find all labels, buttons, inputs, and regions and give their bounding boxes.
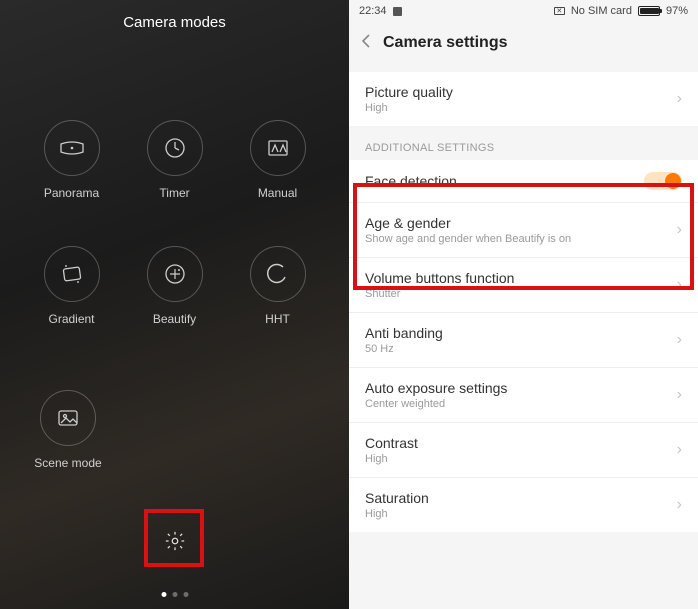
item-title: Anti banding [365, 325, 443, 341]
scene-icon [40, 390, 96, 446]
item-sub: Center weighted [365, 398, 507, 410]
item-title: Contrast [365, 435, 418, 451]
chevron-right-icon: › [677, 276, 682, 294]
beautify-icon [147, 246, 203, 302]
mode-panorama[interactable]: Panorama [20, 120, 123, 200]
section-additional-settings: ADDITIONAL SETTINGS [349, 126, 698, 160]
panorama-icon [44, 120, 100, 176]
mode-timer[interactable]: Timer [123, 120, 226, 200]
mode-gradient[interactable]: Gradient [20, 246, 123, 326]
item-age-gender[interactable]: Age & gender Show age and gender when Be… [349, 203, 698, 258]
item-title: Saturation [365, 490, 429, 506]
chevron-right-icon: › [677, 90, 682, 108]
mode-label: Timer [159, 186, 189, 200]
item-sub: High [365, 453, 418, 465]
item-sub: High [365, 102, 453, 114]
mode-label: Manual [258, 186, 297, 200]
battery-icon [638, 6, 660, 16]
mode-hht[interactable]: HHT [226, 246, 329, 326]
item-title: Volume buttons function [365, 270, 514, 286]
chevron-right-icon: › [677, 331, 682, 349]
mode-label: Beautify [153, 312, 196, 326]
gradient-icon [44, 246, 100, 302]
mode-label: HHT [265, 312, 290, 326]
status-time: 22:34 [359, 5, 387, 17]
item-title: Auto exposure settings [365, 380, 507, 396]
mode-label: Scene mode [34, 456, 101, 470]
chevron-right-icon: › [677, 441, 682, 459]
no-sim-icon: ✕ [554, 7, 565, 15]
camera-settings-screen: 22:34 ✕ No SIM card 97% Camera settings … [349, 0, 698, 609]
item-anti-banding[interactable]: Anti banding 50 Hz › [349, 313, 698, 368]
item-title: Picture quality [365, 84, 453, 100]
chevron-right-icon: › [677, 386, 682, 404]
status-sim: No SIM card [571, 5, 632, 17]
item-face-detection[interactable]: Face detection [349, 160, 698, 203]
mode-scene[interactable]: Scene mode [20, 390, 116, 470]
back-button[interactable] [361, 33, 371, 54]
mode-beautify[interactable]: Beautify [123, 246, 226, 326]
manual-icon [250, 120, 306, 176]
item-auto-exposure[interactable]: Auto exposure settings Center weighted › [349, 368, 698, 423]
page-dot [161, 592, 166, 597]
item-title: Face detection [365, 173, 457, 189]
item-sub: Shutter [365, 288, 514, 300]
notification-icon [393, 7, 402, 16]
item-picture-quality[interactable]: Picture quality High › [349, 72, 698, 126]
page-dot [183, 592, 188, 597]
hht-icon [250, 246, 306, 302]
mode-label: Gradient [48, 312, 94, 326]
settings-gear-button[interactable] [164, 530, 186, 557]
item-sub: High [365, 508, 429, 520]
chevron-right-icon: › [677, 221, 682, 239]
status-bar: 22:34 ✕ No SIM card 97% [349, 0, 698, 22]
mode-manual[interactable]: Manual [226, 120, 329, 200]
page-dot [172, 592, 177, 597]
page-indicator [161, 592, 188, 597]
toggle-knob [665, 173, 681, 189]
chevron-right-icon: › [677, 496, 682, 514]
item-saturation[interactable]: Saturation High › [349, 478, 698, 532]
mode-label: Panorama [44, 186, 99, 200]
item-sub: Show age and gender when Beautify is on [365, 233, 571, 245]
timer-icon [147, 120, 203, 176]
camera-modes-screen: Camera modes Panorama Timer [0, 0, 349, 609]
item-title: Age & gender [365, 215, 571, 231]
item-contrast[interactable]: Contrast High › [349, 423, 698, 478]
face-detection-toggle[interactable] [644, 172, 682, 190]
settings-title: Camera settings [383, 34, 508, 52]
item-volume-buttons[interactable]: Volume buttons function Shutter › [349, 258, 698, 313]
status-battery-pct: 97% [666, 5, 688, 17]
camera-modes-title: Camera modes [123, 14, 226, 31]
settings-header: Camera settings [349, 22, 698, 64]
camera-modes-grid: Panorama Timer Manual [0, 120, 349, 326]
item-sub: 50 Hz [365, 343, 443, 355]
